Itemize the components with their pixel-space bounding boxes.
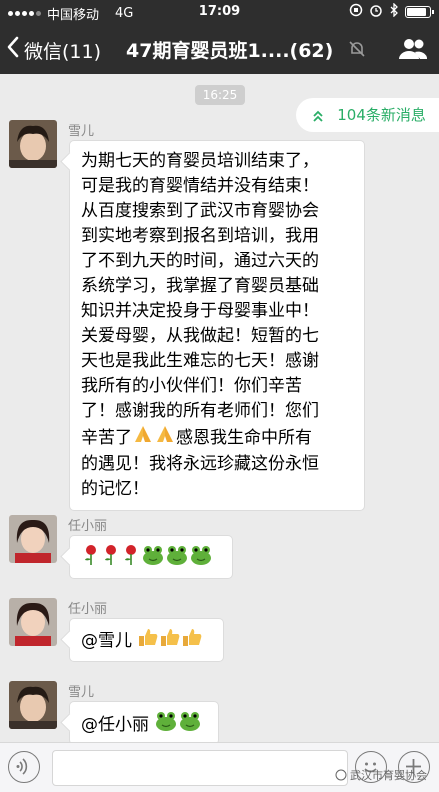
- alarm-icon: [369, 3, 383, 21]
- mute-icon: [348, 40, 366, 62]
- message-bubble[interactable]: 为期七天的育婴员培训结束了， 可是我的育婴情结并没有结束！ 从百度搜索到了武汉市…: [69, 140, 365, 511]
- thumbs-up-icon: [181, 627, 203, 655]
- sender-name: 任小丽: [68, 602, 108, 617]
- message-bubble[interactable]: [69, 535, 233, 579]
- frog-icon: [178, 710, 202, 740]
- watermark: 武汉市育婴协会: [335, 767, 427, 783]
- frog-icon: [165, 544, 189, 574]
- rose-icon: [101, 544, 121, 574]
- battery-icon: [405, 6, 434, 18]
- frog-icon: [189, 544, 213, 574]
- thumbs-up-icon: [137, 627, 159, 655]
- avatar[interactable]: [9, 598, 57, 646]
- status-bar: 中国移动 4G 17:09: [0, 0, 439, 24]
- sender-name: 雪儿: [68, 124, 95, 139]
- status-right: [349, 2, 434, 21]
- nav-bar: 微信(11) 47期育婴员班1....(62): [0, 24, 439, 74]
- back-button[interactable]: 微信(11): [6, 36, 101, 64]
- message-input[interactable]: [52, 750, 348, 786]
- rose-icon: [121, 544, 141, 574]
- group-members-icon[interactable]: [399, 38, 428, 64]
- avatar[interactable]: [9, 515, 57, 563]
- new-messages-button[interactable]: 104条新消息: [296, 98, 439, 132]
- frog-icon: [154, 710, 178, 740]
- praying-hands-icon: [132, 424, 154, 452]
- message-text: 为期七天的育婴员培训结束了， 可是我的育婴情结并没有结束！ 从百度搜索到了武汉市…: [81, 151, 319, 448]
- wechat-logo-icon: [335, 769, 347, 781]
- message-text: @雪儿: [81, 631, 132, 651]
- battery-fill: [407, 8, 426, 16]
- double-chevron-up-icon: [312, 106, 329, 124]
- message-text: @任小丽: [81, 715, 149, 735]
- orientation-lock-icon: [349, 3, 363, 21]
- frog-icon: [141, 544, 165, 574]
- back-label: 微信(11): [24, 40, 102, 63]
- thumbs-up-icon: [159, 627, 181, 655]
- chat-title: 47期育婴员班1....(62): [126, 40, 334, 62]
- voice-button[interactable]: [8, 751, 40, 783]
- watermark-text: 武汉市育婴协会: [350, 769, 427, 782]
- voice-icon: [16, 758, 28, 775]
- sender-name: 雪儿: [68, 685, 95, 700]
- rose-icon: [81, 544, 101, 574]
- message-bubble[interactable]: @雪儿: [69, 618, 224, 662]
- message-bubble[interactable]: @任小丽: [69, 701, 219, 745]
- sender-name: 任小丽: [68, 519, 108, 534]
- chevron-left-icon: [6, 36, 20, 64]
- new-messages-label: 104条新消息: [337, 106, 426, 124]
- bluetooth-icon: [389, 2, 399, 21]
- chat-timestamp: 16:25: [195, 85, 245, 105]
- avatar[interactable]: [9, 681, 57, 729]
- praying-hands-icon: [154, 424, 176, 452]
- avatar[interactable]: [9, 120, 57, 168]
